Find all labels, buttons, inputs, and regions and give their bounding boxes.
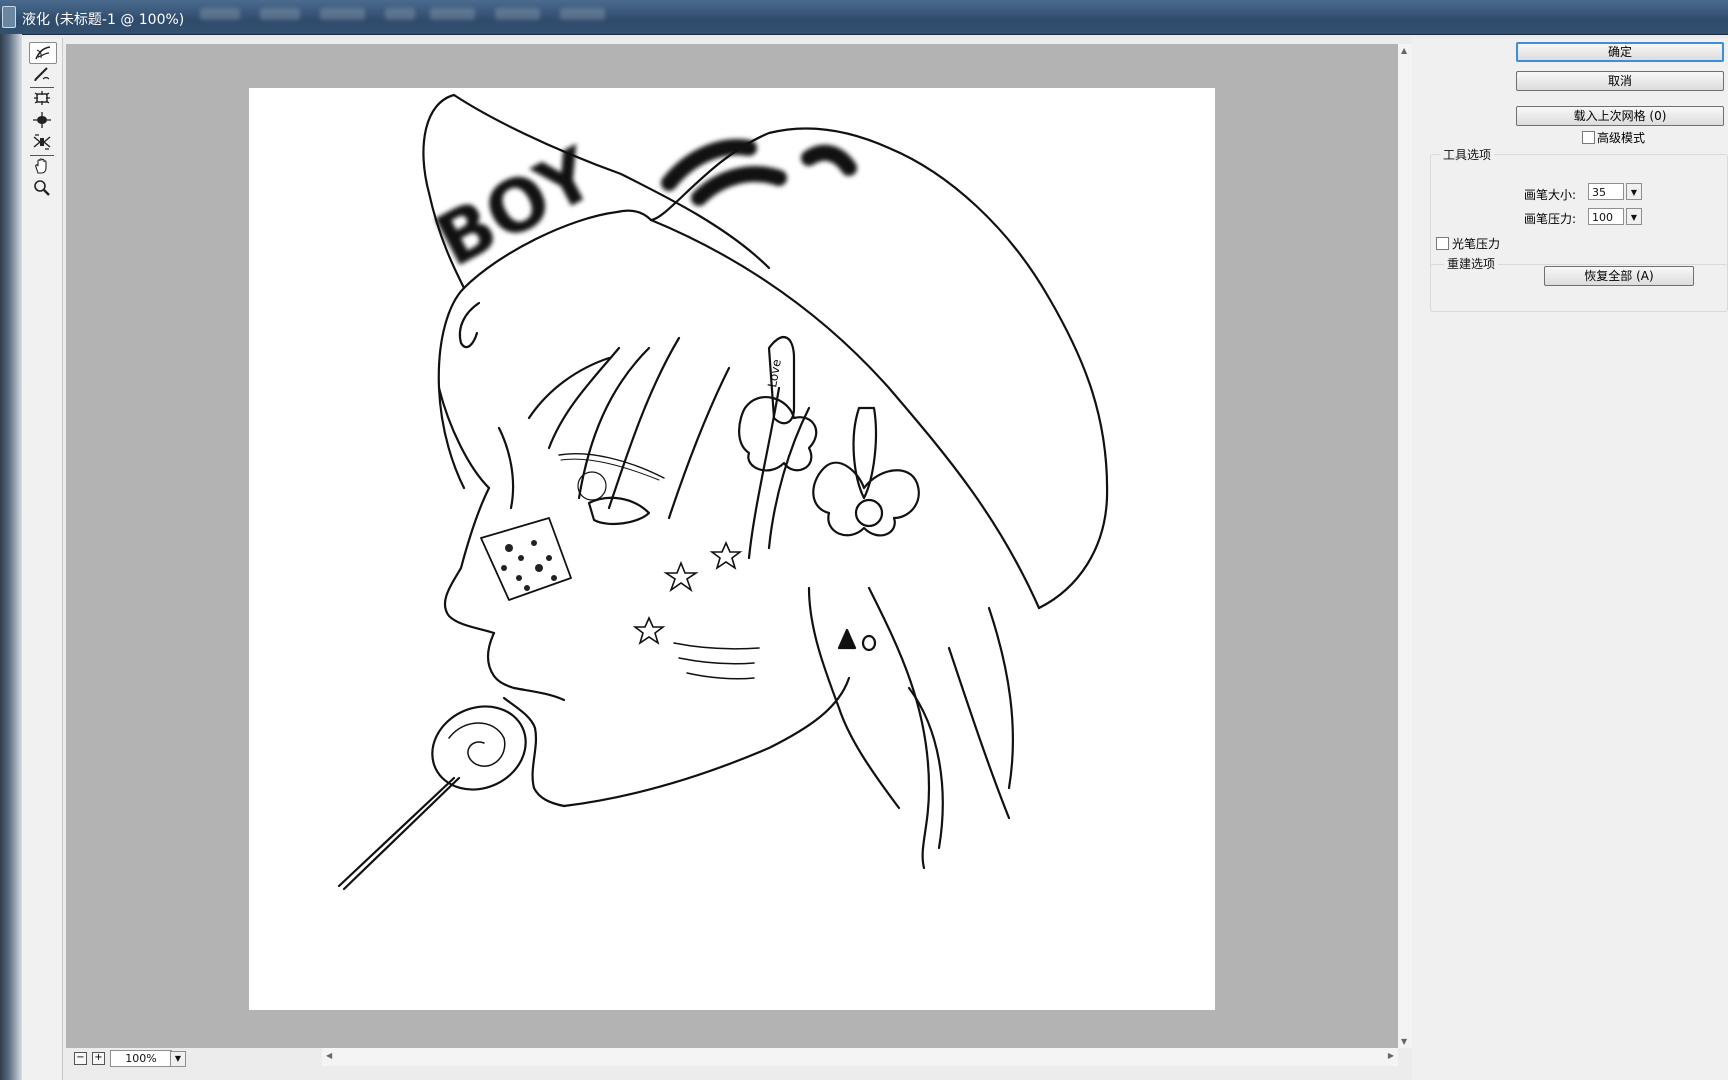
hand-icon	[35, 158, 47, 174]
scroll-right-icon[interactable]: ▶	[1388, 1051, 1394, 1060]
hairclip-text: Love	[765, 358, 784, 388]
advanced-mode-checkbox[interactable]	[1582, 131, 1595, 144]
background-window-edge	[0, 34, 22, 1080]
push-left-icon	[33, 134, 51, 150]
brush-pressure-label: 画笔压力:	[1524, 212, 1577, 226]
blurred-title-region	[200, 8, 240, 20]
zoom-tool[interactable]	[29, 178, 55, 198]
scroll-up-icon[interactable]: ▲	[1401, 46, 1407, 55]
ok-button[interactable]: 确定	[1516, 42, 1724, 62]
zoom-in-button[interactable]: +	[92, 1052, 105, 1065]
bloat-tool[interactable]	[29, 110, 55, 130]
blurred-title-region	[430, 8, 475, 20]
window-title: 液化 (未标题-1 @ 100%)	[22, 12, 185, 28]
scroll-down-icon[interactable]: ▼	[1401, 1037, 1407, 1046]
brush-size-input[interactable]: 35	[1588, 183, 1624, 200]
magnifier-icon	[34, 180, 50, 196]
tools-panel	[22, 38, 63, 1080]
load-last-mesh-button[interactable]: 载入上次网格 (0)	[1516, 106, 1724, 126]
stylus-pressure-checkbox[interactable]	[1436, 237, 1449, 250]
preview-canvas-area[interactable]: BOY Love	[66, 44, 1398, 1048]
pucker-icon	[34, 91, 50, 105]
reconstruct-options-legend: 重建选项	[1444, 255, 1499, 272]
cancel-button[interactable]: 取消	[1516, 71, 1724, 91]
artwork-canvas[interactable]: BOY Love	[249, 88, 1215, 1010]
title-bar: 液化 (未标题-1 @ 100%)	[0, 0, 1728, 35]
horizontal-scrollbar[interactable]: ◀ ▶	[322, 1048, 1398, 1066]
zoom-level-field[interactable]: 100%	[110, 1050, 172, 1067]
tool-options-legend: 工具选项	[1440, 146, 1495, 163]
push-left-tool[interactable]	[29, 132, 55, 152]
forward-warp-tool[interactable]	[29, 42, 57, 64]
reconstruct-tool[interactable]	[29, 64, 55, 84]
cap-text-boy: BOY	[423, 131, 609, 283]
blurred-title-region	[495, 8, 540, 20]
brush-pressure-dropdown-icon[interactable]: ▼	[1626, 208, 1642, 225]
bloat-icon	[33, 112, 51, 128]
blurred-title-region	[320, 8, 365, 20]
zoom-dropdown-icon[interactable]: ▼	[170, 1051, 186, 1067]
blurred-title-region	[385, 8, 415, 20]
hand-tool[interactable]	[29, 156, 55, 176]
brush-size-label: 画笔大小:	[1524, 188, 1577, 202]
stylus-pressure-label: 光笔压力	[1452, 237, 1501, 251]
scroll-left-icon[interactable]: ◀	[326, 1051, 332, 1060]
vertical-scrollbar[interactable]: ▲ ▼	[1398, 44, 1412, 1048]
options-panel: 确定 取消 载入上次网格 (0) 高级模式 工具选项 画笔大小: 35 ▼ 画笔…	[1412, 38, 1728, 1080]
zoom-bar: − + 100% ▼	[66, 1048, 322, 1070]
brush-pressure-input[interactable]: 100	[1588, 208, 1624, 225]
blurred-title-region	[560, 8, 605, 20]
app-menu-icon[interactable]	[2, 6, 16, 28]
reconstruct-brush-icon	[34, 67, 50, 81]
brush-size-dropdown-icon[interactable]: ▼	[1626, 183, 1642, 200]
blurred-title-region	[260, 8, 300, 20]
restore-all-button[interactable]: 恢复全部 (A)	[1544, 266, 1694, 286]
forward-warp-icon	[35, 46, 51, 60]
pucker-tool[interactable]	[29, 88, 55, 108]
zoom-out-button[interactable]: −	[74, 1052, 87, 1065]
advanced-mode-label: 高级模式	[1597, 131, 1646, 145]
line-art-illustration: BOY Love	[337, 93, 1109, 891]
